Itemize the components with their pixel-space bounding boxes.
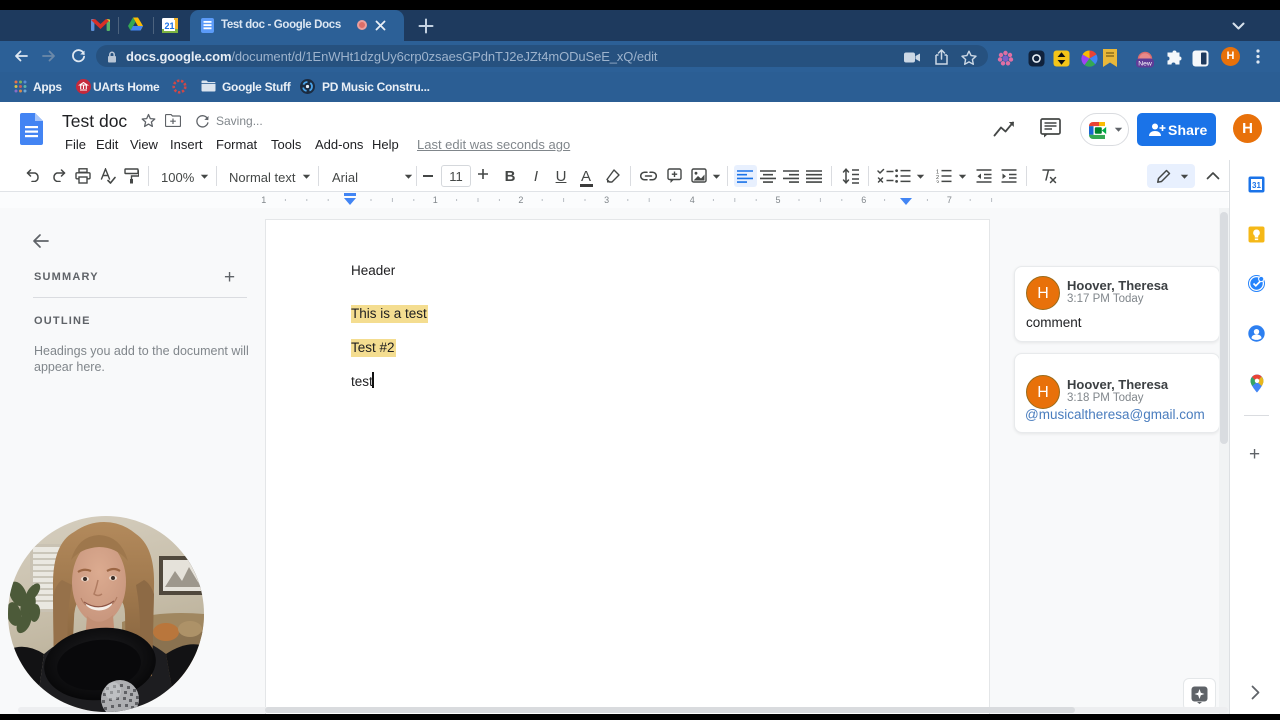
svg-text:1: 1 [433,195,438,205]
svg-text:1: 1 [261,195,266,205]
svg-text:7: 7 [947,195,952,205]
svg-text:New: New [1138,60,1152,67]
svg-text:6: 6 [861,195,866,205]
svg-text:21: 21 [164,21,174,31]
svg-text:4: 4 [690,195,695,205]
svg-text:3: 3 [604,195,609,205]
svg-text:5: 5 [775,195,780,205]
svg-text:2: 2 [518,195,523,205]
svg-text:31: 31 [1252,181,1261,190]
svg-text:3: 3 [936,181,939,184]
